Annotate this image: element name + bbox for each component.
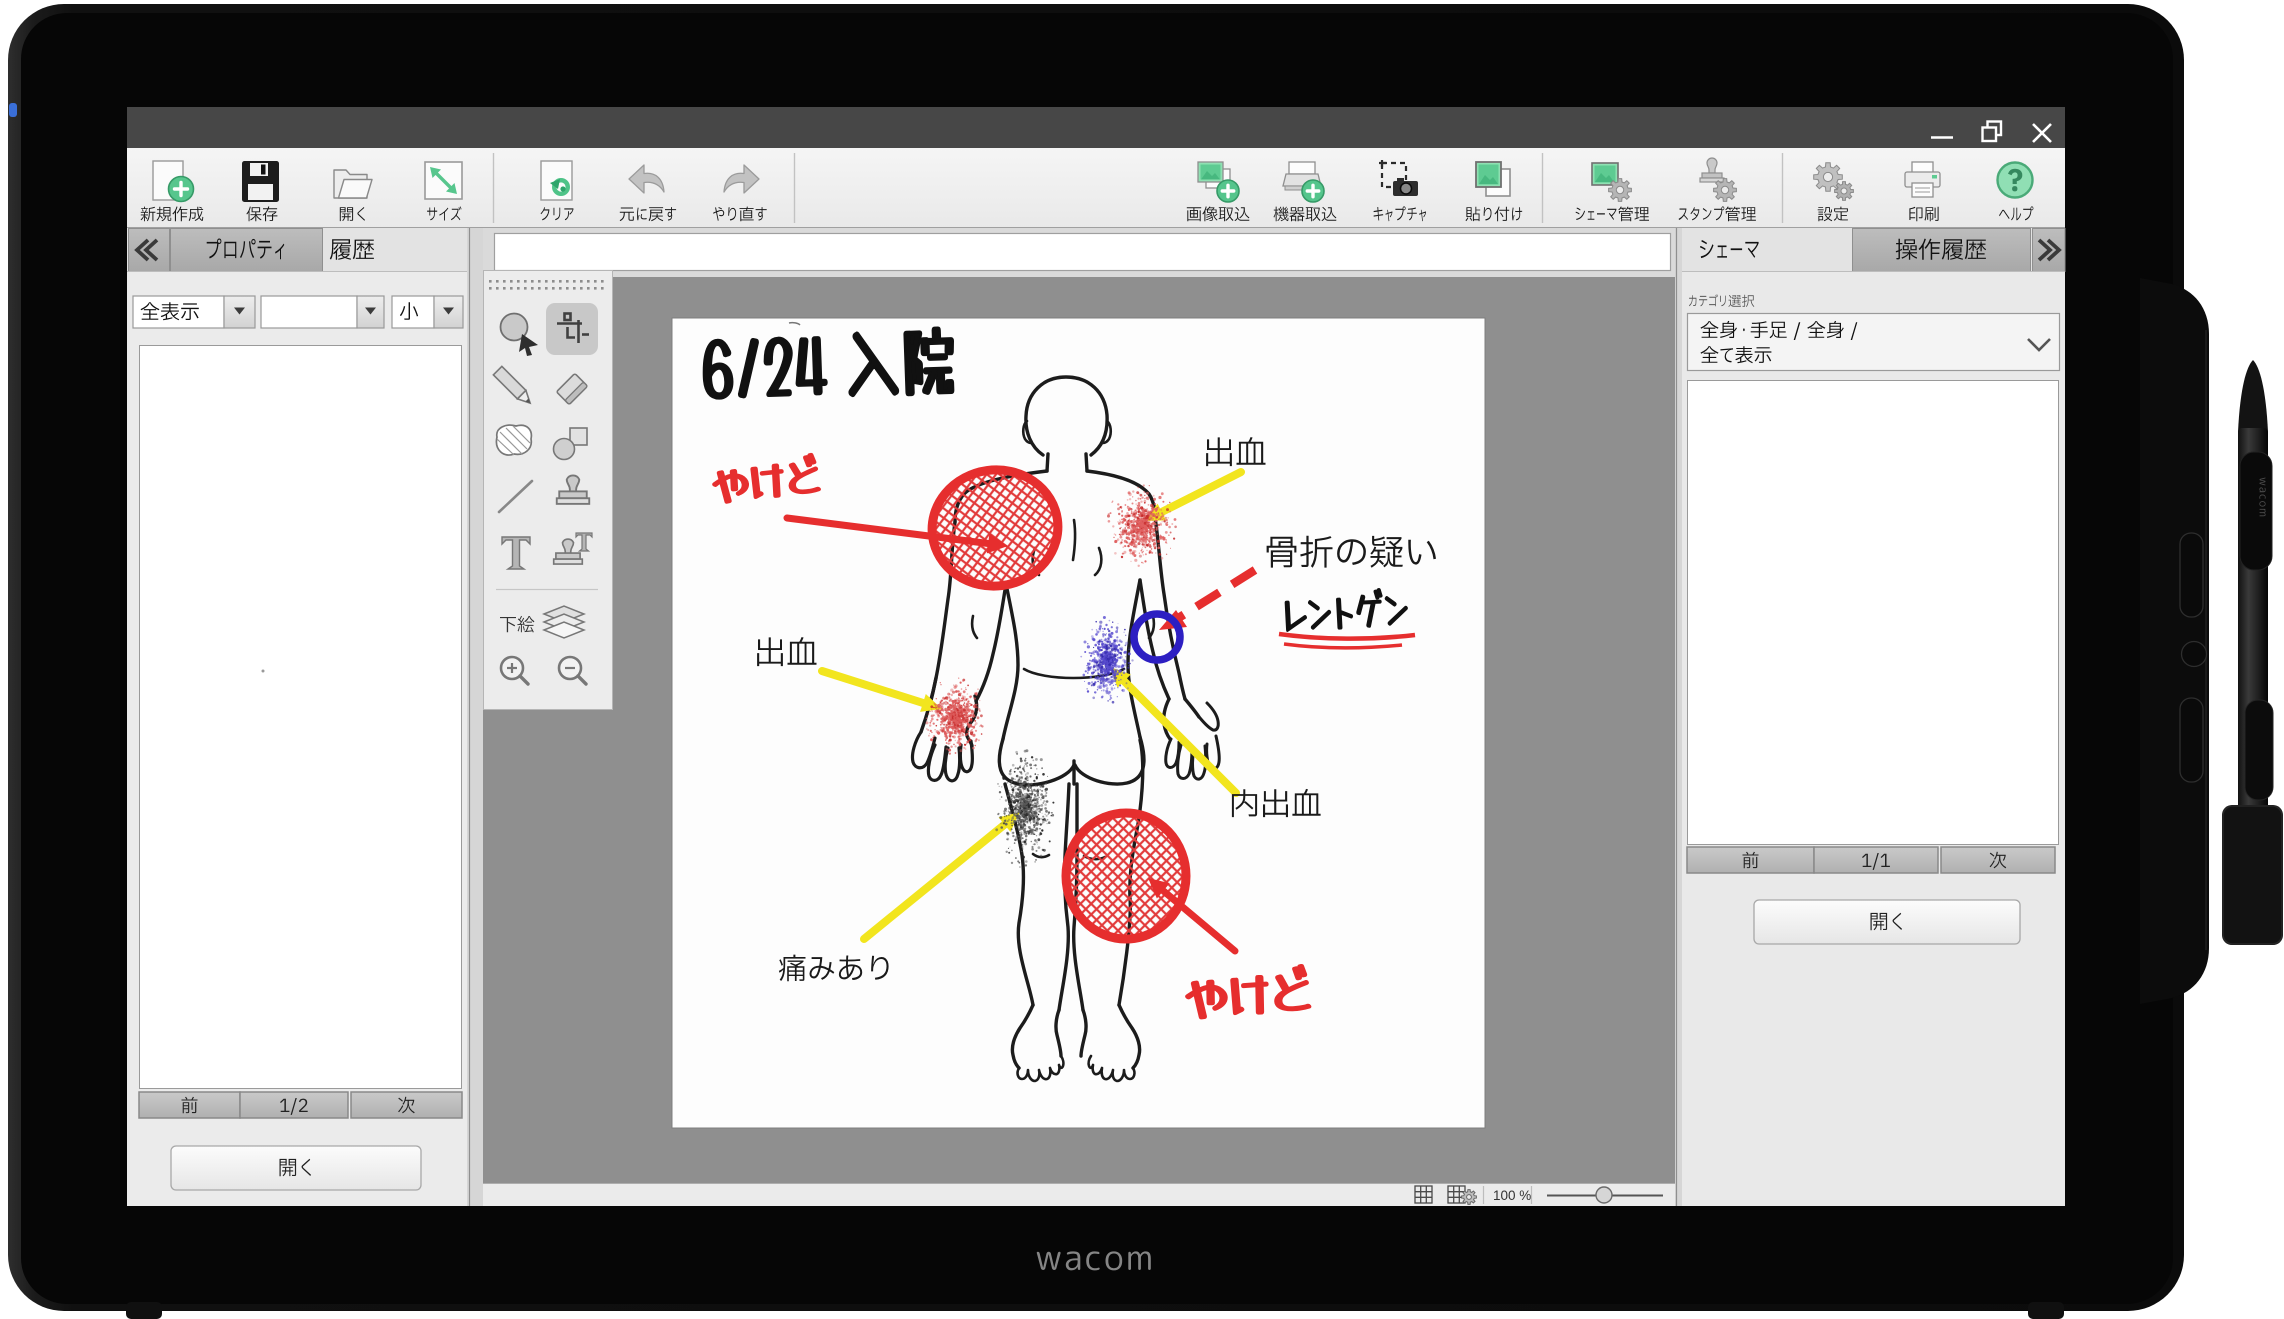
svg-text:100 %: 100 % bbox=[1493, 1188, 1531, 1203]
